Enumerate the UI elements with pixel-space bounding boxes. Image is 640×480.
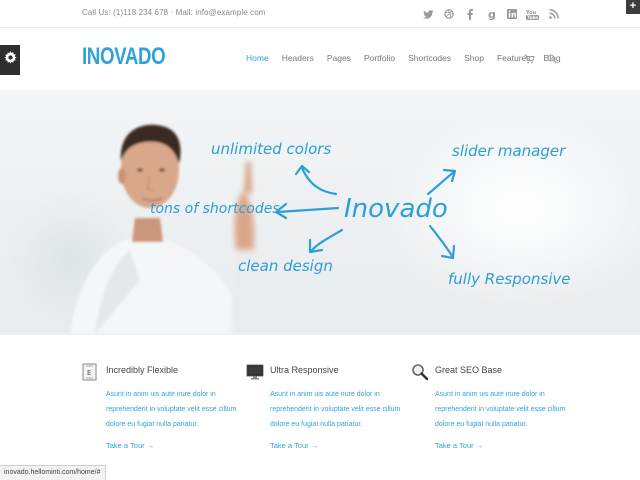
rss-icon[interactable]	[544, 6, 564, 22]
hero-slider: unlimited colors tons of shortcodes clea…	[0, 90, 640, 334]
add-icon[interactable]: +	[626, 0, 640, 14]
magnifier-icon	[411, 363, 429, 381]
svg-text:Tube: Tube	[527, 15, 538, 20]
nav-portfolio[interactable]: Portfolio	[364, 53, 395, 63]
google-plus-icon[interactable]: g	[481, 6, 501, 22]
gear-icon	[3, 51, 17, 69]
linkedin-icon[interactable]	[502, 6, 522, 22]
feature-title: Incredibly Flexible	[106, 365, 179, 375]
top-bar: Call Us: (1)118 234 678 · Mail: info@exa…	[0, 0, 640, 28]
take-a-tour-link[interactable]: Take a Tour →	[270, 441, 318, 450]
feature-title: Great SEO Base	[435, 365, 503, 375]
youtube-icon[interactable]: You Tube	[523, 6, 543, 22]
document-icon: E	[82, 363, 98, 381]
header-tools	[524, 51, 557, 69]
hero-label-fully-responsive: fully Responsive	[448, 270, 571, 288]
nav-home[interactable]: Home	[246, 53, 269, 63]
browser-status-bar: inovado.hellominti.com/home/#	[0, 465, 106, 480]
nav-headers[interactable]: Headers	[282, 53, 314, 63]
feature-title: Ultra Responsive	[270, 365, 339, 375]
nav-pages[interactable]: Pages	[327, 53, 351, 63]
feature-body: Asunt in anim uis aute irure dolor in re…	[106, 391, 237, 428]
nav-shop[interactable]: Shop	[464, 53, 484, 63]
contact-info: Call Us: (1)118 234 678 · Mail: info@exa…	[82, 8, 266, 17]
monitor-icon	[246, 363, 264, 381]
site-logo[interactable]: INOVADO	[82, 43, 166, 71]
cart-icon[interactable]	[524, 51, 535, 69]
take-a-tour-link[interactable]: Take a Tour →	[106, 441, 154, 450]
dribbble-icon[interactable]	[439, 6, 459, 22]
twitter-icon[interactable]	[418, 6, 438, 22]
feature-body: Asunt in anim uis aute irure dolor in re…	[270, 391, 401, 428]
hero-arrows	[274, 164, 457, 260]
take-a-tour-link[interactable]: Take a Tour →	[435, 441, 483, 450]
search-icon[interactable]	[547, 51, 557, 69]
hero-title: Inovado	[344, 194, 448, 224]
feature-body: Asunt in anim uis aute irure dolor in re…	[435, 391, 566, 428]
svg-text:E: E	[87, 369, 91, 377]
style-switcher-toggle[interactable]	[0, 45, 20, 75]
hero-label-unlimited-colors: unlimited colors	[211, 140, 332, 158]
nav-shortcodes[interactable]: Shortcodes	[408, 53, 451, 63]
hero-label-tons-of-shortcodes: tons of shortcodes	[150, 201, 280, 217]
hero-label-slider-manager: slider manager	[452, 142, 566, 160]
hero-label-clean-design: clean design	[238, 257, 333, 275]
site-header: INOVADO Home Headers Pages Portfolio Sho…	[0, 28, 640, 90]
facebook-icon[interactable]	[460, 6, 480, 22]
svg-text:g: g	[488, 9, 496, 20]
social-links: g You Tube	[418, 6, 565, 22]
features-section: E Incredibly Flexible Asunt in anim uis …	[0, 334, 640, 470]
